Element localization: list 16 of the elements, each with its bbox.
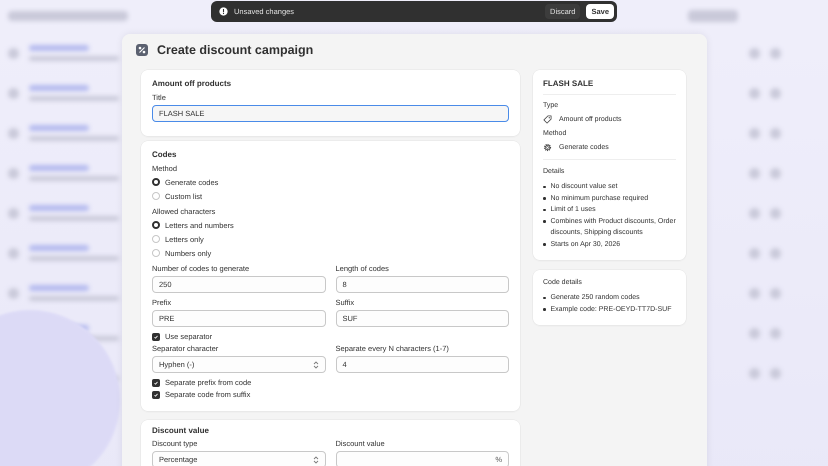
checkbox[interactable] — [152, 390, 160, 398]
alert-icon — [219, 7, 228, 16]
checkbox[interactable] — [152, 378, 160, 386]
card-heading: Amount off products — [152, 79, 232, 88]
card-heading: Discount value — [152, 426, 210, 435]
radio-button[interactable] — [152, 178, 160, 186]
modal-title: Create discount campaign — [157, 43, 314, 57]
chevron-icon — [312, 454, 318, 464]
chevron-icon — [312, 360, 318, 370]
tag-icon — [543, 115, 552, 124]
radio-button[interactable] — [152, 221, 160, 229]
checkbox[interactable] — [152, 332, 160, 340]
summary-title: FLASH SALE — [543, 79, 676, 95]
gear-icon — [543, 143, 552, 152]
card-heading: Codes — [152, 150, 178, 159]
discount-icon — [136, 44, 148, 56]
